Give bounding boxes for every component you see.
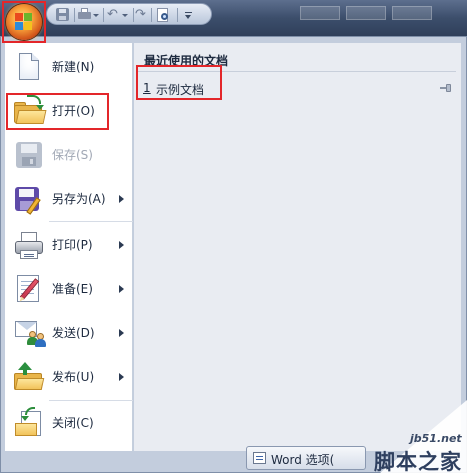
menu-item-label: 打开(O) — [52, 104, 95, 118]
submenu-arrow-icon — [119, 373, 124, 381]
submenu-arrow-icon — [119, 285, 124, 293]
title-bar-control — [392, 6, 432, 20]
qat-separator — [151, 8, 152, 22]
qat-separator — [133, 8, 134, 22]
menu-item-save: 保存(S) — [5, 133, 133, 177]
recent-divider — [138, 71, 456, 72]
undo-glyph: ↶ — [107, 7, 118, 22]
office-button[interactable] — [6, 4, 42, 40]
submenu-arrow-icon — [119, 329, 124, 337]
menu-item-save-as[interactable]: 另存为(A) — [5, 177, 133, 221]
menu-item-close[interactable]: 关闭(C) — [5, 401, 133, 445]
qat-quick-print-icon[interactable] — [77, 7, 99, 23]
recent-documents-title: 最近使用的文档 — [144, 54, 229, 68]
command-list: 新建(N) 打开(O) 保存(S) 另存为(A) 打印(P) 准备(E) 发送(… — [5, 43, 133, 451]
qat-save-icon[interactable] — [55, 7, 71, 23]
menu-item-new[interactable]: 新建(N) — [5, 45, 133, 89]
menu-item-label: 保存(S) — [52, 148, 93, 162]
menu-separator — [49, 221, 133, 222]
watermark-name: 脚本之家 — [374, 450, 462, 473]
qat-separator — [177, 8, 178, 22]
printer-icon — [13, 229, 45, 261]
qat-undo-icon[interactable]: ↶ — [107, 7, 131, 23]
office-logo-icon — [15, 13, 33, 31]
qat-redo-icon[interactable]: ↷ — [135, 7, 151, 23]
new-document-icon — [13, 51, 45, 83]
submenu-arrow-icon — [119, 241, 124, 249]
qat-print-preview-icon[interactable] — [155, 7, 171, 23]
save-disk-icon — [13, 139, 45, 171]
qat-customize-icon[interactable] — [183, 7, 195, 23]
prepare-icon — [13, 273, 45, 305]
menu-item-publish[interactable]: 发布(U) — [5, 355, 133, 399]
send-icon — [13, 317, 46, 349]
menu-item-label: 打印(P) — [52, 238, 93, 252]
menu-item-label: 新建(N) — [52, 60, 95, 74]
open-folder-icon — [13, 95, 47, 127]
recent-document-name: 示例文档 — [156, 83, 205, 97]
submenu-arrow-icon — [119, 195, 124, 203]
menu-item-print[interactable]: 打印(P) — [5, 223, 133, 267]
publish-icon — [13, 361, 45, 393]
menu-item-label: 发布(U) — [52, 370, 95, 384]
recent-document-item[interactable]: 1 示例文档 — [142, 79, 458, 99]
menu-item-open[interactable]: 打开(O) — [5, 89, 133, 133]
pin-icon[interactable] — [440, 84, 452, 92]
save-as-icon — [13, 183, 45, 215]
word-options-button[interactable]: Word 选项( — [246, 446, 366, 470]
qat-separator — [103, 8, 104, 22]
menu-item-label: 准备(E) — [52, 282, 93, 296]
redo-glyph: ↷ — [135, 7, 146, 22]
close-document-icon — [13, 407, 45, 439]
watermark-site: jb51.net — [410, 432, 462, 445]
menu-item-label: 另存为(A) — [52, 192, 106, 206]
recent-document-number: 1 — [143, 81, 151, 95]
qat-separator — [74, 8, 75, 22]
title-bar-control — [300, 6, 340, 20]
word-options-label: Word 选项( — [271, 453, 335, 467]
options-document-icon — [253, 452, 266, 464]
menu-item-label: 关闭(C) — [52, 416, 94, 430]
menu-item-label: 发送(D) — [52, 326, 95, 340]
title-bar: ↶ ↷ — [0, 0, 467, 40]
menu-item-send[interactable]: 发送(D) — [5, 311, 133, 355]
menu-item-prepare[interactable]: 准备(E) — [5, 267, 133, 311]
quick-access-toolbar: ↶ ↷ — [46, 3, 212, 25]
recent-documents-panel: 最近使用的文档 1 示例文档 — [134, 43, 461, 451]
title-bar-control — [346, 6, 386, 20]
